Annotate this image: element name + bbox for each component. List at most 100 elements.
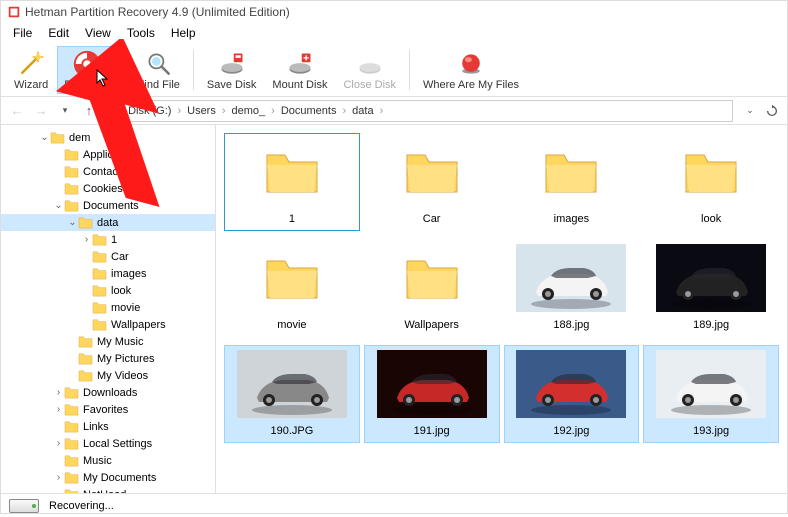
- breadcrumb-item[interactable]: Disk (G:): [126, 105, 173, 117]
- folder-tile[interactable]: Wallpapers: [364, 239, 500, 337]
- tree-item[interactable]: NetHood: [1, 486, 215, 493]
- expand-icon[interactable]: ›: [53, 387, 64, 398]
- where-files-button[interactable]: Where Are My Files: [416, 46, 526, 94]
- folder-icon: [237, 244, 347, 312]
- tree-item[interactable]: Car: [1, 248, 215, 265]
- menu-help[interactable]: Help: [163, 24, 204, 42]
- folder-tile[interactable]: look: [643, 133, 779, 231]
- folder-icon: [64, 403, 79, 416]
- save-disk-button[interactable]: Save Disk: [200, 46, 264, 94]
- folder-icon: [656, 138, 766, 206]
- folder-tile[interactable]: movie: [224, 239, 360, 337]
- expand-icon[interactable]: ›: [53, 404, 64, 415]
- tree-item[interactable]: › Favorites: [1, 401, 215, 418]
- tile-label: look: [697, 212, 725, 226]
- tree-item[interactable]: ›Local Settings: [1, 435, 215, 452]
- menu-tools[interactable]: Tools: [119, 24, 163, 42]
- folder-tile[interactable]: 1: [224, 133, 360, 231]
- tree-item[interactable]: images: [1, 265, 215, 282]
- tree-item[interactable]: Cookies: [1, 180, 215, 197]
- folder-tile[interactable]: Car: [364, 133, 500, 231]
- menu-file[interactable]: File: [5, 24, 40, 42]
- tree-item[interactable]: › My Documents: [1, 469, 215, 486]
- recovery-button[interactable]: Recovery: [57, 46, 117, 94]
- folder-icon: [64, 182, 79, 195]
- tree-item[interactable]: Contacts: [1, 163, 215, 180]
- tile-label: 191.jpg: [410, 424, 454, 438]
- tree-item[interactable]: Links: [1, 418, 215, 435]
- tree-item[interactable]: Music: [1, 452, 215, 469]
- menu-edit[interactable]: Edit: [40, 24, 77, 42]
- find-file-button[interactable]: Find File: [131, 46, 187, 94]
- folder-icon: [64, 471, 79, 484]
- file-tile[interactable]: 188.jpg: [504, 239, 640, 337]
- breadcrumb[interactable]: … Disk (G:)›Users›demo_›Documents›data›: [107, 100, 733, 122]
- forward-button[interactable]: →: [31, 101, 51, 121]
- breadcrumb-item[interactable]: Documents: [279, 105, 339, 117]
- file-tile[interactable]: 190.JPG: [224, 345, 360, 443]
- tree-item[interactable]: ⌄ data: [1, 214, 215, 231]
- tree-label: images: [111, 268, 146, 280]
- tile-label: 190.JPG: [266, 424, 317, 438]
- folder-icon: [78, 352, 93, 365]
- expand-icon[interactable]: ›: [53, 472, 64, 483]
- file-tile[interactable]: 193.jpg: [643, 345, 779, 443]
- chevron-right-icon: ›: [376, 105, 388, 117]
- separator: [193, 50, 194, 90]
- status-bar: Recovering...: [1, 493, 787, 517]
- tree-label: Downloads: [83, 387, 137, 399]
- tile-label: 193.jpg: [689, 424, 733, 438]
- file-tile[interactable]: 191.jpg: [364, 345, 500, 443]
- tree-label: data: [97, 217, 118, 229]
- collapse-icon[interactable]: ⌄: [53, 200, 64, 211]
- tree-item[interactable]: ›1: [1, 231, 215, 248]
- tree-label: My Pictures: [97, 353, 154, 365]
- tree-label: Applicat: [83, 149, 122, 161]
- separator: [124, 50, 125, 90]
- folder-icon: [92, 267, 107, 280]
- tree-label: My Documents: [83, 472, 156, 484]
- toolbar: Wizard Recovery Find File Save Disk Moun…: [1, 43, 787, 97]
- collapse-icon[interactable]: ⌄: [67, 217, 78, 228]
- tree-item[interactable]: Wallpapers: [1, 316, 215, 333]
- tree-item[interactable]: My Music: [1, 333, 215, 350]
- app-icon: [7, 5, 21, 19]
- tree-label: Contacts: [83, 166, 126, 178]
- wizard-button[interactable]: Wizard: [7, 46, 55, 94]
- back-button[interactable]: ←: [7, 101, 27, 121]
- expand-icon[interactable]: ›: [53, 438, 64, 449]
- folder-icon: [92, 301, 107, 314]
- folder-icon: [50, 131, 65, 144]
- folder-tile[interactable]: images: [504, 133, 640, 231]
- tree-label: Music: [83, 455, 112, 467]
- tree-item[interactable]: My Videos: [1, 367, 215, 384]
- folder-icon: [64, 199, 79, 212]
- tile-label: 1: [285, 212, 299, 226]
- breadcrumb-item[interactable]: data: [350, 105, 375, 117]
- tree-item[interactable]: movie: [1, 299, 215, 316]
- tree-item[interactable]: › Downloads: [1, 384, 215, 401]
- tree-item[interactable]: Applicat: [1, 146, 215, 163]
- collapse-icon[interactable]: ⌄: [39, 132, 50, 143]
- folder-icon: [78, 335, 93, 348]
- breadcrumb-item[interactable]: Users: [185, 105, 218, 117]
- mount-disk-button[interactable]: Mount Disk: [265, 46, 334, 94]
- folder-tree[interactable]: ⌄demApplicatContactsCookies⌄Documents⌄da…: [1, 125, 216, 493]
- tree-label: Car: [111, 251, 129, 263]
- expand-icon[interactable]: ›: [81, 234, 92, 245]
- file-tile[interactable]: 189.jpg: [643, 239, 779, 337]
- tree-item[interactable]: ⌄dem: [1, 129, 215, 146]
- tree-label: movie: [111, 302, 140, 314]
- tree-item[interactable]: My Pictures: [1, 350, 215, 367]
- up-button[interactable]: ↑: [79, 101, 99, 121]
- history-button[interactable]: ▾: [55, 101, 75, 121]
- dropdown-icon[interactable]: ⌄: [741, 102, 759, 120]
- tree-item[interactable]: look: [1, 282, 215, 299]
- breadcrumb-item[interactable]: demo_: [230, 105, 268, 117]
- refresh-icon[interactable]: [763, 102, 781, 120]
- tree-label: Favorites: [83, 404, 128, 416]
- file-pane[interactable]: 1 Carimages look movieWallpapers188.jpg189.…: [216, 125, 787, 493]
- tree-item[interactable]: ⌄Documents: [1, 197, 215, 214]
- menu-view[interactable]: View: [77, 24, 119, 42]
- file-tile[interactable]: 192.jpg: [504, 345, 640, 443]
